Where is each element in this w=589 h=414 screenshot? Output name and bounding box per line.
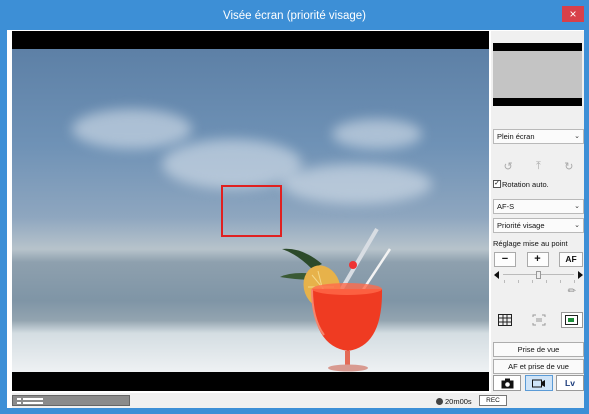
live-view-label: Lv xyxy=(565,378,575,388)
focus-minus-button[interactable]: − xyxy=(494,252,516,267)
live-view-image[interactable] xyxy=(12,49,489,372)
chevron-down-icon: ⌄ xyxy=(574,203,580,210)
rec-badge: REC xyxy=(479,395,507,406)
camera-icon[interactable] xyxy=(493,375,521,391)
af-and-shoot-button[interactable]: AF et prise de vue xyxy=(493,359,584,374)
rotation-toolbar: ↺ ⤒ ↻ xyxy=(493,158,584,174)
rotation-auto-row[interactable]: ✓ Rotation auto. xyxy=(493,178,584,190)
mode-switcher: Lv xyxy=(493,375,584,391)
view-overlay-buttons xyxy=(494,312,583,328)
af-mode-select[interactable]: AF-S ⌄ xyxy=(493,199,584,214)
status-bar: 20m00s REC xyxy=(12,393,584,408)
recording-time: 20m00s xyxy=(436,396,472,406)
focus-adjust-label: Réglage mise au point xyxy=(493,239,568,248)
audio-level-meter xyxy=(12,395,130,406)
title-bar: Visée écran (priorité visage) × xyxy=(0,0,589,30)
close-button[interactable]: × xyxy=(562,6,584,22)
af-face-detection-frame[interactable] xyxy=(221,185,282,237)
chevron-down-icon: ⌄ xyxy=(574,133,580,140)
upload-icon[interactable]: ⤒ xyxy=(528,158,548,174)
rotate-left-icon[interactable]: ↺ xyxy=(498,158,518,174)
grid-icon[interactable] xyxy=(494,312,516,328)
rotation-label: Rotation auto. xyxy=(502,179,549,189)
slider-thumb[interactable] xyxy=(536,271,541,279)
display-mode-select[interactable]: Plein écran ⌄ xyxy=(493,129,584,144)
window-frame-right xyxy=(584,30,589,414)
af-area-select[interactable]: Priorité visage ⌄ xyxy=(493,218,584,233)
focus-plus-button[interactable]: + xyxy=(526,252,549,267)
rotate-right-icon[interactable]: ↻ xyxy=(559,158,579,174)
live-view-button[interactable]: Lv xyxy=(556,375,584,391)
focus-buttons: − + AF xyxy=(494,252,583,268)
rotation-checkbox[interactable]: ✓ xyxy=(493,180,501,188)
shoot-button[interactable]: Prise de vue xyxy=(493,342,584,357)
time-remaining: 20m00s xyxy=(445,396,472,406)
window-frame-bottom xyxy=(0,408,589,414)
focus-slider[interactable] xyxy=(494,270,583,283)
display-mode-value: Plein écran xyxy=(497,132,535,141)
slider-left-arrow-icon[interactable] xyxy=(494,271,499,279)
rec-label: REC xyxy=(486,397,500,404)
movie-mode-icon[interactable] xyxy=(524,375,553,391)
af-area-value: Priorité visage xyxy=(497,221,545,230)
slider-right-arrow-icon[interactable] xyxy=(578,271,583,279)
control-sidebar: Plein écran ⌄ ↺ ⤒ ↻ ✓ Rotation auto. AF-… xyxy=(491,31,584,393)
eyedropper-icon[interactable]: ✏ xyxy=(564,286,580,300)
battery-icon[interactable] xyxy=(561,312,583,328)
af-button[interactable]: AF xyxy=(559,252,583,267)
chevron-down-icon: ⌄ xyxy=(574,222,580,229)
window-title: Visée écran (priorité visage) xyxy=(223,10,366,22)
focus-area-icon[interactable] xyxy=(528,312,550,328)
window-frame-left xyxy=(0,30,7,414)
af-mode-value: AF-S xyxy=(497,202,515,211)
slider-ticks xyxy=(504,280,575,283)
clock-icon xyxy=(436,397,443,405)
thumbnail-preview xyxy=(493,43,582,106)
live-view-area[interactable] xyxy=(12,31,489,391)
